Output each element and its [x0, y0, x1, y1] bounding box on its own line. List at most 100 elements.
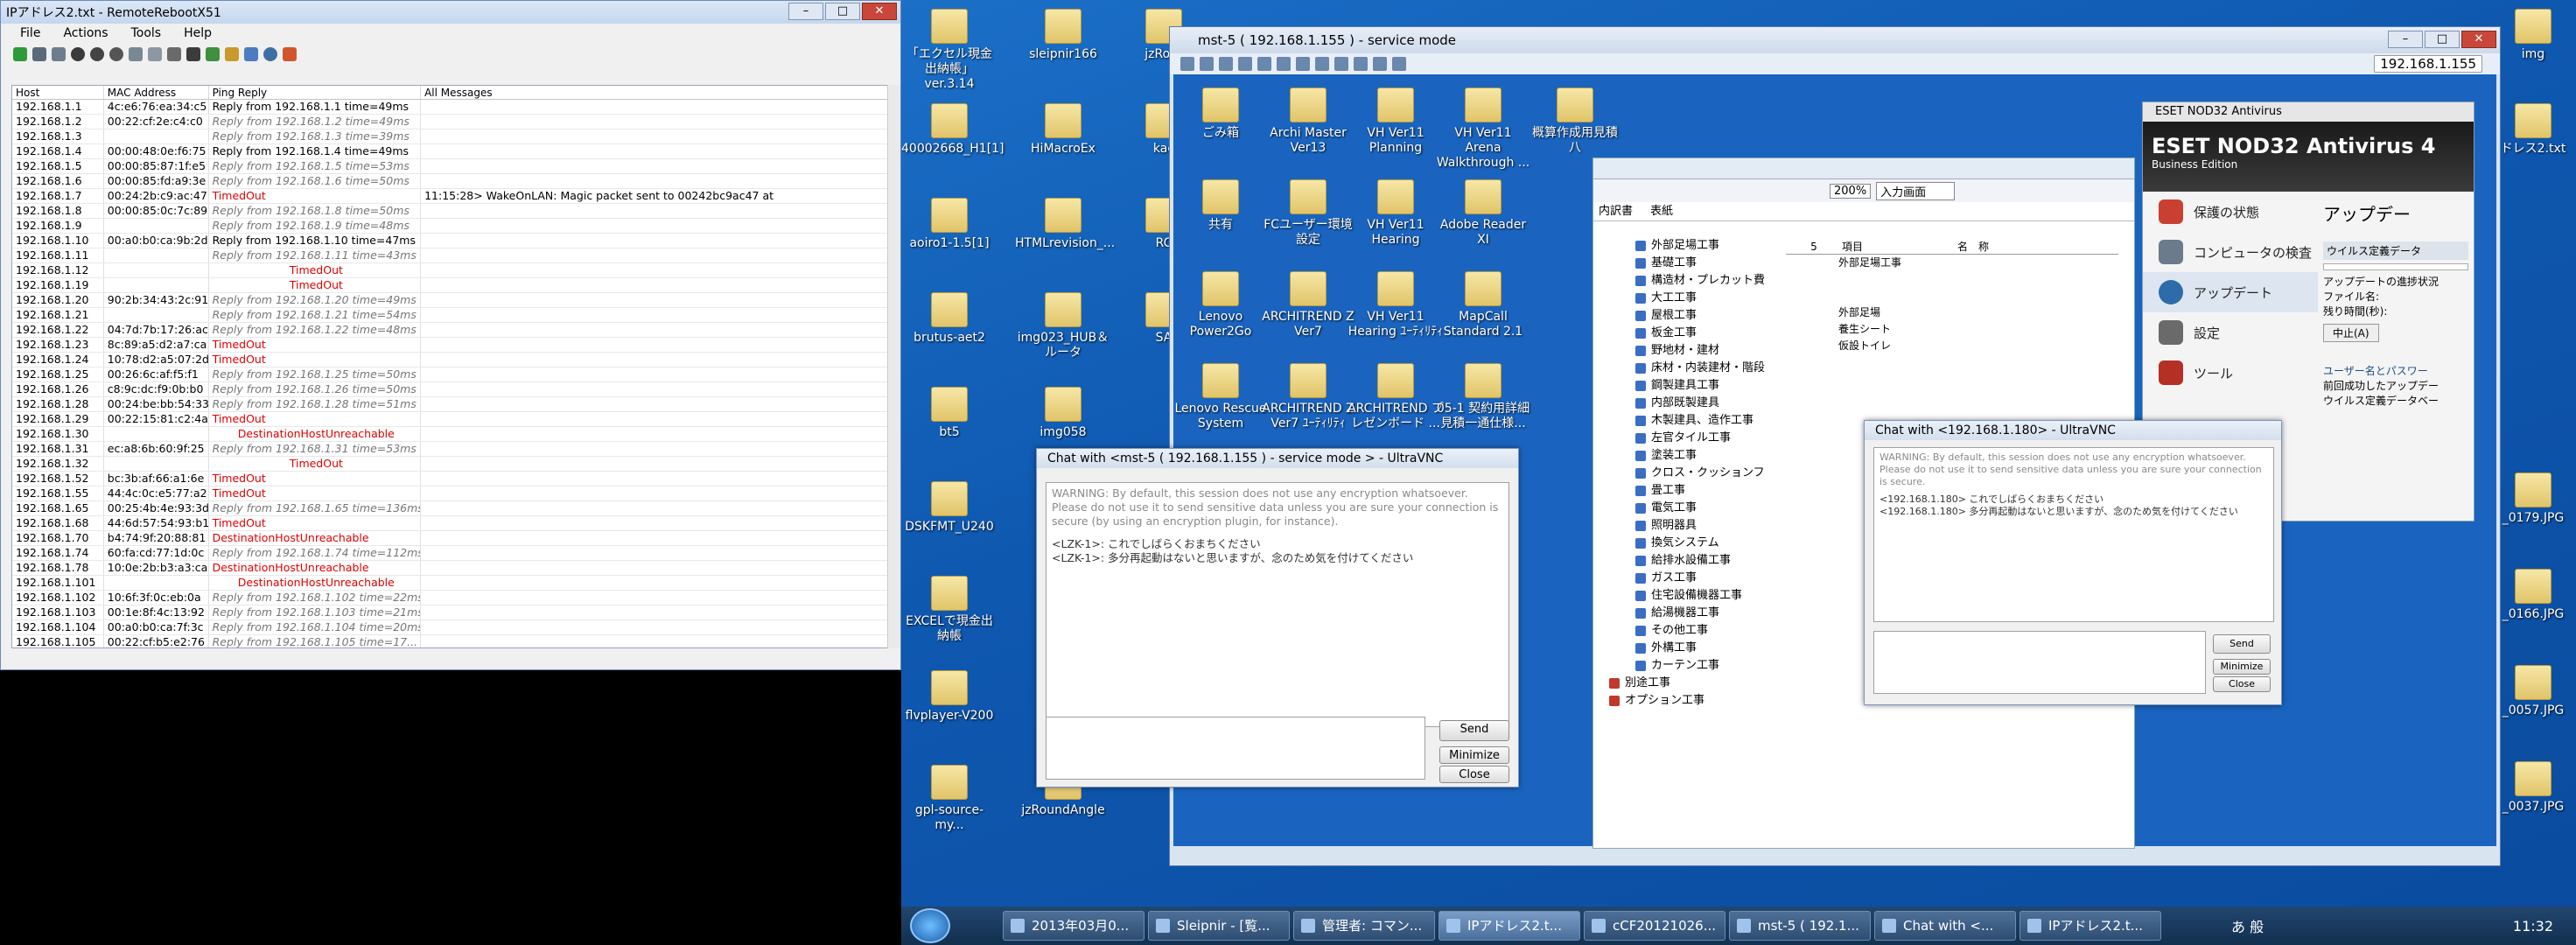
tree-item[interactable]: カーテン工事	[1597, 657, 1781, 675]
tree-item[interactable]: 木製建具、造作工事	[1597, 412, 1781, 430]
tree-item[interactable]: 左官タイル工事	[1597, 430, 1781, 447]
wake-icon[interactable]	[244, 47, 258, 61]
table-scrollbar[interactable]	[887, 85, 900, 648]
toolbar-icon[interactable]	[1392, 57, 1406, 71]
tree-item[interactable]: 外構工事	[1597, 640, 1781, 657]
toolbar-icon[interactable]	[1238, 57, 1252, 71]
tools-icon[interactable]	[283, 47, 297, 61]
desktop-shortcut[interactable]: HTMLrevision_...	[1015, 198, 1115, 251]
cell[interactable]: 外部足場	[1838, 304, 2118, 321]
refresh-icon[interactable]	[206, 47, 220, 61]
toolbar-icon[interactable]	[1296, 57, 1310, 71]
eset-menu-tools[interactable]: ツール	[2143, 353, 2318, 393]
desktop-shortcut[interactable]: gpl-source-my...	[901, 765, 998, 833]
minimize-chat-button[interactable]: Minimize	[2213, 659, 2271, 675]
close-chat-button[interactable]: Close	[2213, 676, 2271, 692]
globe-icon[interactable]	[263, 47, 277, 61]
table-row[interactable]: 192.168.1.8 00:00:85:0c:7c:89 Reply from 1…	[12, 204, 888, 219]
desktop-shortcut[interactable]: VH Ver11 Hearing ﾕｰﾃｨﾘﾃｨ	[1348, 271, 1444, 340]
chat-title[interactable]: Chat with <192.168.1.180> - UltraVNC	[1865, 421, 2281, 440]
menu-file[interactable]: File	[20, 26, 40, 40]
clock[interactable]: 11:32	[2513, 918, 2553, 934]
desktop-shortcut[interactable]: 共有	[1172, 179, 1269, 233]
tree-item[interactable]: オプション工事	[1597, 692, 1781, 710]
table-row[interactable]: 192.168.1.30 DestinationHostUnreachable	[12, 427, 888, 442]
menu-tools[interactable]: Tools	[131, 26, 162, 40]
table-row[interactable]: 192.168.1.74 60:fa:cd:77:1d:0c Reply from …	[12, 546, 888, 561]
col-ping[interactable]: Ping Reply	[209, 86, 422, 99]
eset-menu-status[interactable]: 保護の状態	[2143, 192, 2318, 232]
stop-icon[interactable]	[90, 47, 104, 61]
document-icon[interactable]	[167, 47, 181, 61]
cell[interactable]: 養生シート	[1838, 321, 2118, 338]
menu-help[interactable]: Help	[184, 26, 212, 40]
tree-item[interactable]: 畳工事	[1597, 482, 1781, 500]
table-row[interactable]: 192.168.1.3 Reply from 192.168.1.3 time=3…	[12, 130, 888, 144]
tree-item[interactable]: 野地材・建材	[1597, 342, 1781, 360]
table-row[interactable]: 192.168.1.101 DestinationHostUnreachable	[12, 576, 888, 591]
address-field[interactable]: 192.168.1.155	[2374, 55, 2482, 73]
desktop-shortcut[interactable]: VH Ver11 Planning	[1348, 88, 1444, 156]
table-row[interactable]: 192.168.1.26 c8:9c:dc:f9:0b:b0 Reply from …	[12, 382, 888, 397]
toolbar-icon[interactable]	[1200, 57, 1214, 71]
desktop-shortcut[interactable]: 40002668_H1[1]	[901, 103, 1004, 157]
desktop-shortcut[interactable]: VH Ver11 Hearing	[1348, 179, 1444, 248]
table-row[interactable]: 192.168.1.31 ec:a8:6b:60:9f:25 Reply from …	[12, 442, 888, 457]
desktop-shortcut[interactable]: EXCELで現金出納帳	[901, 576, 998, 644]
desktop-shortcut[interactable]: Archi Master Ver13	[1260, 88, 1356, 156]
table-row[interactable]: 192.168.1.7 00:24:2b:c9:ac:47 TimedOut 11:1…	[12, 189, 888, 204]
start-button[interactable]	[910, 908, 950, 943]
ime-indicator[interactable]: あ 般	[2231, 915, 2264, 936]
menu-actions[interactable]: Actions	[63, 26, 108, 40]
add-icon[interactable]	[13, 47, 27, 61]
table-row[interactable]: 192.168.1.65 00:25:4b:4e:93:3d Reply from …	[12, 501, 888, 516]
desktop-shortcut[interactable]: 05-1 契約用詳細見積一通仕様...	[1435, 363, 1531, 431]
chat-input[interactable]	[1046, 717, 1425, 780]
taskbar-item[interactable]: mst-5 ( 192.1...	[1729, 911, 1871, 941]
chat-title[interactable]: Chat with <mst-5 ( 192.168.1.155 ) - ser…	[1037, 449, 1518, 468]
table-row[interactable]: 192.168.1.28 00:24:be:bb:54:33 Reply from …	[12, 397, 888, 412]
toolbar-icon[interactable]	[1334, 57, 1348, 71]
table-row[interactable]: 192.168.1.104 00:a0:b0:ca:7f:3c Reply from…	[12, 620, 888, 635]
maximize-button[interactable]: □	[825, 3, 860, 20]
tree-item[interactable]: 屋根工事	[1597, 307, 1781, 325]
desktop-shortcut[interactable]: sleipnir166	[1015, 9, 1111, 62]
table-row[interactable]: 192.168.1.2 00:22:cf:2e:c4:c0 Reply from 1…	[12, 115, 888, 130]
tree-item[interactable]: 外部足場工事	[1597, 237, 1781, 255]
table-row[interactable]: 192.168.1.23 8c:89:a5:d2:a7:ca TimedOut	[12, 338, 888, 353]
table-row[interactable]: 192.168.1.9 Reply from 192.168.1.9 time=4…	[12, 219, 888, 234]
close-chat-button[interactable]: Close	[1439, 766, 1509, 783]
minimize-button[interactable]: –	[788, 3, 823, 20]
tree-item[interactable]: 大工工事	[1597, 290, 1781, 307]
desktop-shortcut[interactable]: 概算作成用見積 八	[1527, 88, 1623, 156]
send-button[interactable]: Send	[2213, 634, 2271, 654]
col-messages[interactable]: All Messages	[421, 86, 888, 99]
desktop-shortcut[interactable]: aoiro1-1.5[1]	[901, 198, 998, 251]
tree-item[interactable]: 照明器具	[1597, 517, 1781, 535]
desktop-shortcut[interactable]: brutus-aet2	[901, 292, 998, 346]
close-button[interactable]: ✕	[862, 3, 897, 20]
remote-maximize-button[interactable]: □	[2425, 31, 2460, 48]
record-icon[interactable]	[71, 47, 85, 61]
col-host[interactable]: Host	[12, 86, 104, 99]
desktop-shortcut[interactable]: bt5	[901, 387, 998, 440]
tree-item[interactable]: 床材・内装建材・階段	[1597, 360, 1781, 377]
tree-item[interactable]: 構造材・プレカット費	[1597, 272, 1781, 290]
toolbar-icon[interactable]	[1315, 57, 1329, 71]
cell[interactable]: 外部足場工事	[1838, 255, 2118, 271]
desktop-shortcut[interactable]: ARCHITREND プレゼンボード ...	[1348, 363, 1444, 431]
tree-item[interactable]: 鋼製建具工事	[1597, 377, 1781, 395]
toolbar-icon[interactable]	[1373, 57, 1387, 71]
tree-item[interactable]: 給排水設備工事	[1597, 552, 1781, 570]
tab-cover[interactable]: 表紙	[1650, 202, 1673, 220]
desktop-shortcut[interactable]: ARCHITREND Z Ver7	[1260, 271, 1356, 340]
desktop-shortcut[interactable]: MapCall Standard 2.1	[1435, 271, 1531, 340]
desktop-shortcut[interactable]: img058	[1015, 387, 1111, 440]
desktop-shortcut[interactable]: ARCHITREND Z Ver7 ﾕｰﾃｨﾘﾃｨ	[1260, 363, 1356, 431]
table-row[interactable]: 192.168.1.19 TimedOut	[12, 278, 888, 293]
table-row[interactable]: 192.168.1.1 4c:e6:76:ea:34:c5 Reply from 1…	[12, 100, 888, 115]
table-row[interactable]: 192.168.1.24 10:78:d2:a5:07:2d TimedOut	[12, 353, 888, 368]
taskbar-item[interactable]: IPアドレス2.t...	[1438, 911, 1580, 941]
taskbar-item[interactable]: Sleipnir - [覧...	[1148, 911, 1290, 941]
settings-icon[interactable]	[32, 47, 46, 61]
